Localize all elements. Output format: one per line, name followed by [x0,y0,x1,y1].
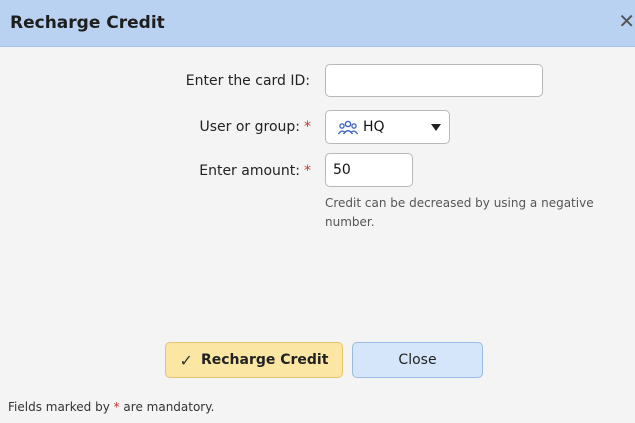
check-icon: ✓ [179,350,193,370]
user-group-select[interactable]: HQ [325,110,450,144]
chevron-down-icon[interactable] [431,124,441,131]
mandatory-note: Fields marked by * are mandatory. [8,400,215,414]
dialog-titlebar: Recharge Credit ✕ [0,0,635,47]
user-group-value: HQ [363,119,385,135]
amount-input[interactable]: 50 [325,153,413,187]
amount-label: Enter amount: * [199,163,311,179]
close-icon[interactable]: ✕ [618,11,635,31]
required-marker: * [304,163,311,179]
recharge-credit-button[interactable]: ✓ Recharge Credit [165,342,343,378]
card-id-label: Enter the card ID: [185,73,310,89]
amount-hint: Credit can be decreased by using a negat… [325,196,594,229]
required-marker: * [304,119,311,135]
users-group-icon [337,119,359,137]
card-id-input[interactable] [325,64,543,97]
dialog-title: Recharge Credit [10,13,165,33]
user-group-label: User or group: * [199,119,311,135]
close-button[interactable]: Close [352,342,483,378]
